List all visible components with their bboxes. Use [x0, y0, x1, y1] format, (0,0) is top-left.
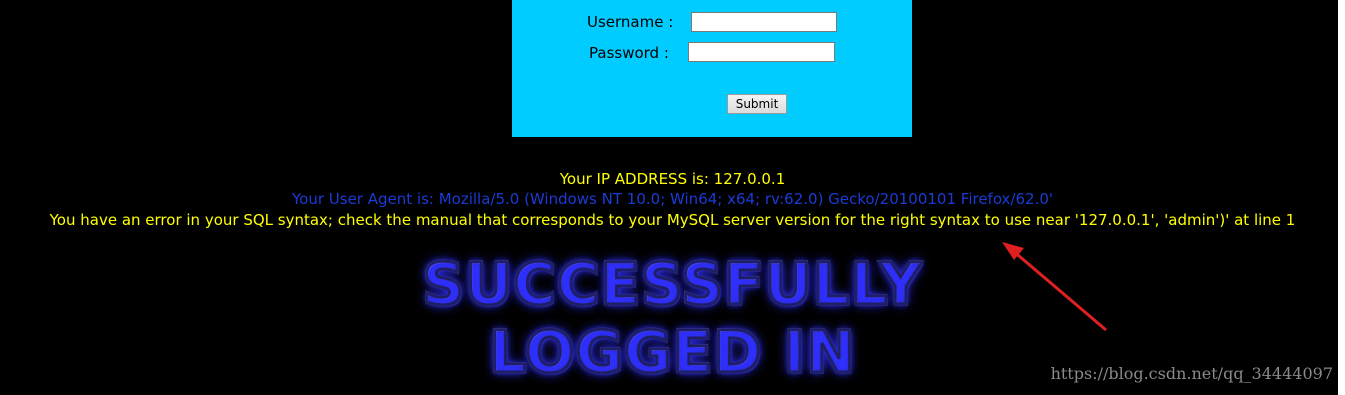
watermark-text: https://blog.csdn.net/qq_34444097 — [1050, 364, 1333, 383]
submit-button[interactable]: Submit — [727, 94, 787, 114]
success-banner-line2-text: LOGGED IN — [488, 317, 856, 388]
username-input[interactable] — [691, 12, 837, 32]
sql-error-text: You have an error in your SQL syntax; ch… — [49, 211, 1296, 229]
success-banner-line1: SUCCESSFULLY — [0, 249, 1345, 320]
login-panel: Username : Password : Submit — [512, 0, 912, 137]
window-edge — [1338, 0, 1345, 395]
ip-address-text: Your IP ADDRESS is: 127.0.0.1 — [559, 170, 786, 188]
username-label: Username : — [587, 13, 674, 31]
user-agent-text: Your User Agent is: Mozilla/5.0 (Windows… — [291, 190, 1053, 208]
password-label: Password : — [589, 44, 669, 62]
success-banner-line1-text: SUCCESSFULLY — [421, 249, 923, 320]
password-input[interactable] — [688, 42, 835, 62]
